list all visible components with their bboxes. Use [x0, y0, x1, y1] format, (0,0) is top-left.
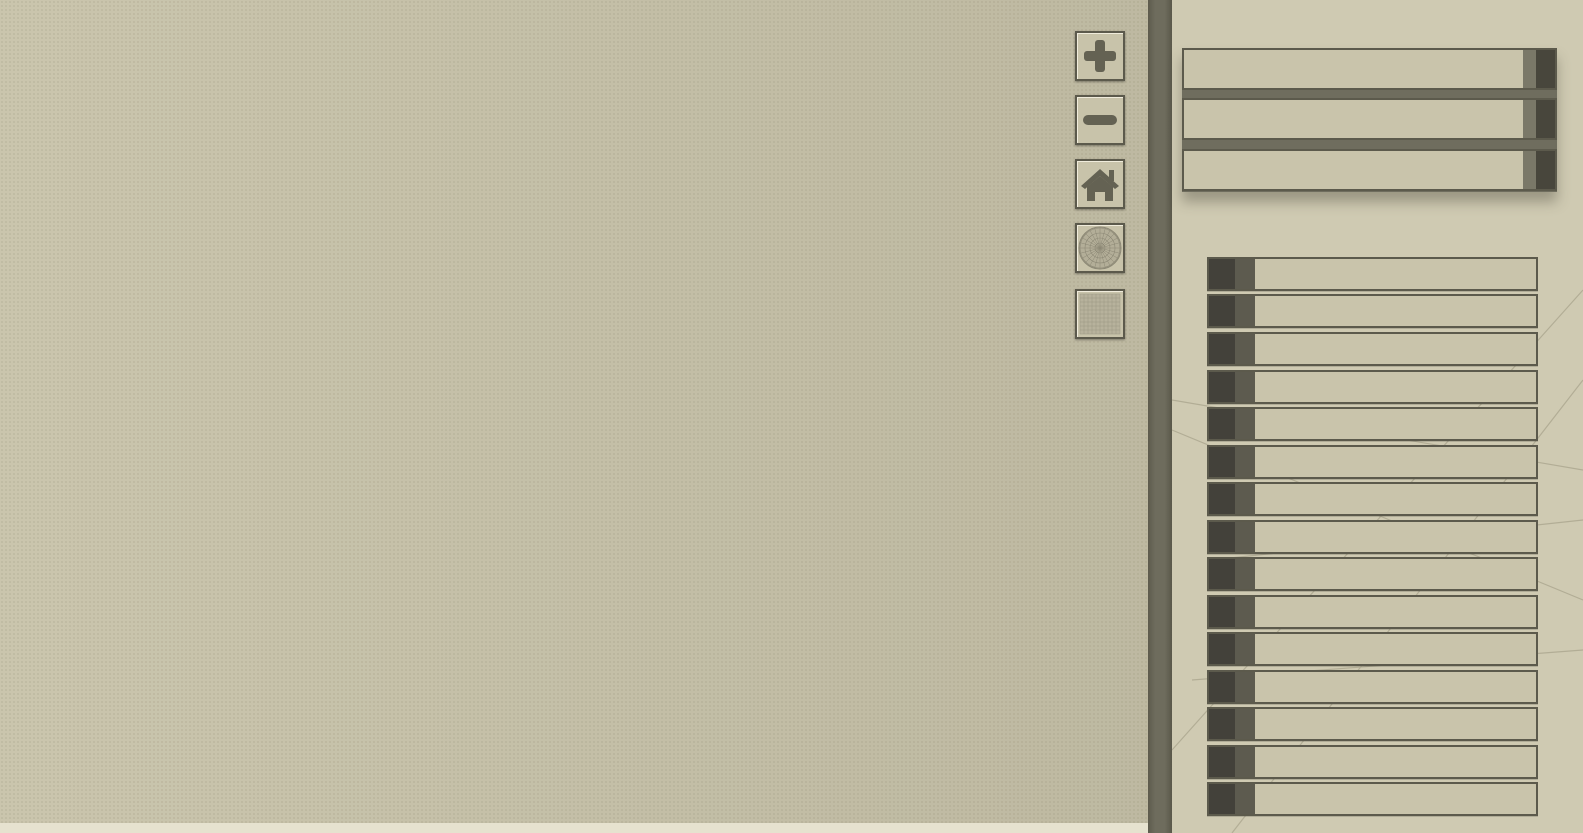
square-grid-icon — [1079, 293, 1121, 335]
item-tab-dark — [1209, 597, 1235, 627]
item-tab-mid — [1235, 559, 1255, 589]
item-tab-dark — [1209, 747, 1235, 777]
item-tab-mid — [1235, 484, 1255, 514]
list-item[interactable] — [1207, 332, 1538, 366]
item-tab-dark — [1209, 484, 1235, 514]
item-tab-mid — [1235, 709, 1255, 739]
home-button[interactable] — [1075, 159, 1125, 209]
bar-cap-dark — [1536, 151, 1555, 189]
item-tab-dark — [1209, 672, 1235, 702]
zoom-in-button[interactable] — [1075, 31, 1125, 81]
radial-grid-button[interactable] — [1075, 223, 1125, 273]
radial-grid-icon — [1078, 226, 1122, 270]
minus-icon — [1080, 100, 1120, 140]
list-item[interactable] — [1207, 257, 1538, 291]
bar-cap-light — [1523, 50, 1536, 88]
item-tab-mid — [1235, 334, 1255, 364]
item-tab-dark — [1209, 409, 1235, 439]
top-bar-1[interactable] — [1182, 48, 1557, 90]
item-tab-dark — [1209, 296, 1235, 326]
item-tab-mid — [1235, 447, 1255, 477]
item-tab-dark — [1209, 709, 1235, 739]
item-tab-dark — [1209, 447, 1235, 477]
item-tab-dark — [1209, 522, 1235, 552]
list-item[interactable] — [1207, 707, 1538, 741]
item-tab-dark — [1209, 559, 1235, 589]
map-canvas[interactable] — [0, 0, 1148, 833]
list-item[interactable] — [1207, 407, 1538, 441]
item-tab-dark — [1209, 259, 1235, 289]
top-bar-2[interactable] — [1182, 98, 1557, 140]
list-item[interactable] — [1207, 595, 1538, 629]
item-tab-dark — [1209, 334, 1235, 364]
top-bar-3[interactable] — [1182, 149, 1557, 191]
item-tab-dark — [1209, 784, 1235, 814]
list-item[interactable] — [1207, 445, 1538, 479]
list-item[interactable] — [1207, 482, 1538, 516]
list-item[interactable] — [1207, 782, 1538, 816]
item-tab-mid — [1235, 672, 1255, 702]
bar-cap-light — [1523, 151, 1536, 189]
bar-cap-dark — [1536, 50, 1555, 88]
list-item[interactable] — [1207, 294, 1538, 328]
list-item[interactable] — [1207, 670, 1538, 704]
item-tab-mid — [1235, 296, 1255, 326]
list-item[interactable] — [1207, 557, 1538, 591]
item-tab-mid — [1235, 634, 1255, 664]
list-item[interactable] — [1207, 745, 1538, 779]
bar-cap-dark — [1536, 100, 1555, 138]
item-tab-dark — [1209, 634, 1235, 664]
panel-divider[interactable] — [1148, 0, 1172, 833]
item-tab-mid — [1235, 747, 1255, 777]
item-tab-mid — [1235, 522, 1255, 552]
bar-cap-light — [1523, 100, 1536, 138]
item-tab-mid — [1235, 372, 1255, 402]
square-grid-button[interactable] — [1075, 289, 1125, 339]
map-bottom-edge — [0, 823, 1148, 833]
item-tab-dark — [1209, 372, 1235, 402]
list-item[interactable] — [1207, 370, 1538, 404]
zoom-out-button[interactable] — [1075, 95, 1125, 145]
list-item[interactable] — [1207, 520, 1538, 554]
item-tab-mid — [1235, 597, 1255, 627]
list-item[interactable] — [1207, 632, 1538, 666]
item-tab-mid — [1235, 409, 1255, 439]
plus-icon — [1080, 36, 1120, 76]
home-icon — [1079, 164, 1121, 204]
item-tab-mid — [1235, 259, 1255, 289]
item-tab-mid — [1235, 784, 1255, 814]
